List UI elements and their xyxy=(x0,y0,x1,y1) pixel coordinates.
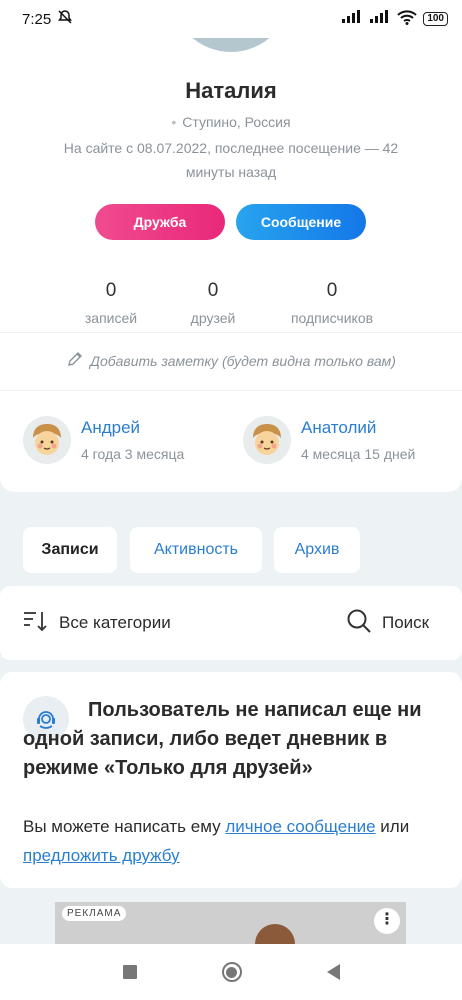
pencil-icon xyxy=(66,350,84,371)
friend-item[interactable]: Андрей 4 года 3 месяца xyxy=(23,416,184,464)
filter-bar: Все категории Поиск xyxy=(0,586,462,660)
stat-posts-value: 0 xyxy=(105,280,117,301)
add-note-label: Добавить заметку (будет видна только вам… xyxy=(90,352,396,369)
categories-filter[interactable]: Все категории xyxy=(23,586,171,660)
offer-friendship-link[interactable]: предложить дружбу xyxy=(23,846,180,865)
friend-duration: 4 года 3 месяца xyxy=(81,446,185,462)
stat-followers-value: 0 xyxy=(326,280,338,301)
body-middle: или xyxy=(375,817,410,836)
divider xyxy=(0,390,462,391)
empty-state-body: Вы можете написать ему личное сообщение … xyxy=(23,812,443,870)
back-icon[interactable] xyxy=(326,964,340,980)
search-label: Поиск xyxy=(382,613,430,632)
add-note[interactable]: Добавить заметку (будет видна только вам… xyxy=(0,350,462,371)
more-options-icon[interactable]: ⋮ xyxy=(374,908,400,934)
status-time: 7:25 xyxy=(22,10,52,28)
ad-badge: РЕКЛАМА xyxy=(62,906,127,921)
empty-state-title: Пользователь не написал еще ни одной зап… xyxy=(23,699,422,779)
friend-name[interactable]: Андрей xyxy=(81,418,184,438)
tab-posts[interactable]: Записи xyxy=(23,527,117,573)
body-prefix: Вы можете написать ему xyxy=(23,817,226,836)
home-icon[interactable] xyxy=(221,962,242,982)
battery-indicator: 100 xyxy=(423,12,448,26)
stat-friends-label: друзей xyxy=(190,310,236,326)
friend-button[interactable]: Дружба xyxy=(95,204,225,240)
signal-icon xyxy=(341,10,363,28)
profile-card: Наталия • Ступино, Россия На сайте с 08.0… xyxy=(0,0,462,492)
message-button[interactable]: Сообщение xyxy=(236,204,366,240)
stat-friends-value: 0 xyxy=(207,280,219,301)
system-nav-bar xyxy=(0,944,462,1000)
stat-friends[interactable]: 0 друзей xyxy=(158,280,268,326)
status-bar: 7:25 100 xyxy=(0,0,462,38)
divider xyxy=(0,332,462,333)
categories-label: Все категории xyxy=(59,613,171,632)
tab-archive[interactable]: Архив xyxy=(274,527,360,573)
location-text: Ступино, Россия xyxy=(182,114,291,130)
stat-posts-label: записей xyxy=(84,310,138,326)
stat-followers-label: подписчиков xyxy=(290,310,374,326)
bell-muted-icon xyxy=(57,9,73,29)
search-button[interactable]: Поиск xyxy=(346,586,429,660)
empty-state-card: Пользователь не написал еще ни одной зап… xyxy=(0,672,462,888)
profile-last-seen: На сайте с 08.07.2022, последнее посещен… xyxy=(63,140,399,180)
profile-name: Наталия xyxy=(185,78,277,103)
tab-activity[interactable]: Активность xyxy=(130,527,262,573)
friend-name[interactable]: Анатолий xyxy=(301,418,415,438)
personal-message-link[interactable]: личное сообщение xyxy=(225,817,375,836)
profile-location: • Ступино, Россия xyxy=(171,114,291,130)
friend-item[interactable]: Анатолий 4 месяца 15 дней xyxy=(243,416,415,464)
wifi-icon xyxy=(397,9,418,29)
friend-duration: 4 месяца 15 дней xyxy=(301,446,416,462)
stat-posts[interactable]: 0 записей xyxy=(56,280,166,326)
avatar xyxy=(243,416,291,464)
signal-icon-2 xyxy=(369,10,391,28)
recent-apps-icon[interactable] xyxy=(122,965,137,979)
avatar xyxy=(23,416,71,464)
stat-followers[interactable]: 0 подписчиков xyxy=(277,280,387,326)
sort-icon xyxy=(23,610,49,637)
search-icon xyxy=(346,608,372,639)
